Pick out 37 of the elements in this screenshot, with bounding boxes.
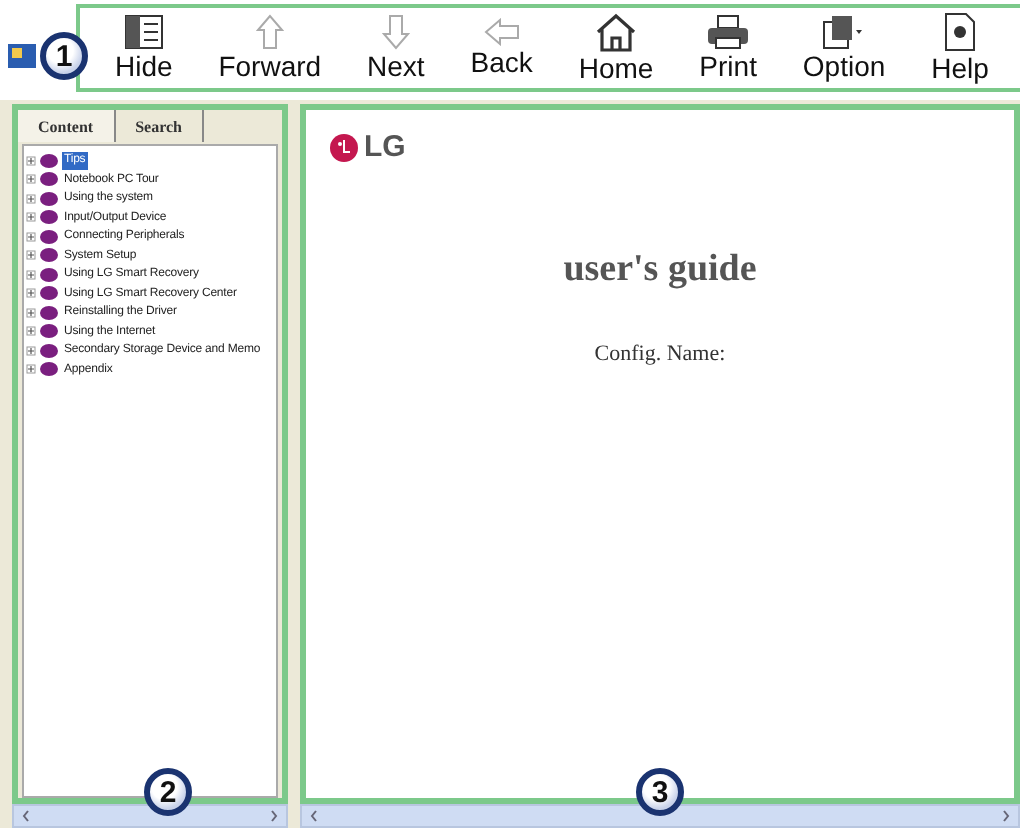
expand-icon[interactable] xyxy=(26,269,36,280)
horizontal-scrollbar[interactable] xyxy=(12,804,288,828)
home-icon xyxy=(594,12,639,52)
document-subtitle: Config. Name: xyxy=(594,342,726,366)
expand-icon[interactable] xyxy=(26,193,36,204)
toolbar-button[interactable]: Print xyxy=(695,14,761,82)
pane-icon xyxy=(123,14,164,50)
scroll-left-icon[interactable] xyxy=(310,810,318,822)
toolbar-button[interactable]: Option xyxy=(798,14,890,82)
toolbar-button[interactable]: Hide xyxy=(110,14,177,82)
document-icon xyxy=(944,12,977,52)
options-icon xyxy=(822,14,867,50)
horizontal-scrollbar[interactable] xyxy=(300,804,1020,828)
scroll-right-icon[interactable] xyxy=(1002,810,1010,822)
expand-icon[interactable] xyxy=(26,307,36,318)
toolbar-button[interactable]: Home xyxy=(574,12,658,84)
expand-icon[interactable] xyxy=(26,212,36,223)
logo-icon xyxy=(330,133,358,161)
expand-icon[interactable] xyxy=(26,231,36,242)
expand-icon[interactable] xyxy=(26,345,36,356)
logo-text: LG xyxy=(364,130,406,164)
printer-icon xyxy=(706,14,751,50)
expand-icon[interactable] xyxy=(26,250,36,261)
scroll-right-icon[interactable] xyxy=(270,810,278,822)
toolbar-button[interactable]: Help xyxy=(927,12,993,84)
left-arrow-icon xyxy=(483,18,520,46)
scroll-left-icon[interactable] xyxy=(22,810,30,822)
expand-icon[interactable] xyxy=(26,288,36,299)
document-title: user's guide xyxy=(563,248,757,292)
tab[interactable]: Content xyxy=(18,110,116,142)
down-arrow-icon xyxy=(381,14,410,50)
app-icon xyxy=(8,44,36,68)
expand-icon[interactable] xyxy=(26,155,36,166)
expand-icon[interactable] xyxy=(26,174,36,185)
expand-icon[interactable] xyxy=(26,364,36,375)
expand-icon[interactable] xyxy=(26,326,36,337)
up-arrow-icon xyxy=(255,14,284,50)
